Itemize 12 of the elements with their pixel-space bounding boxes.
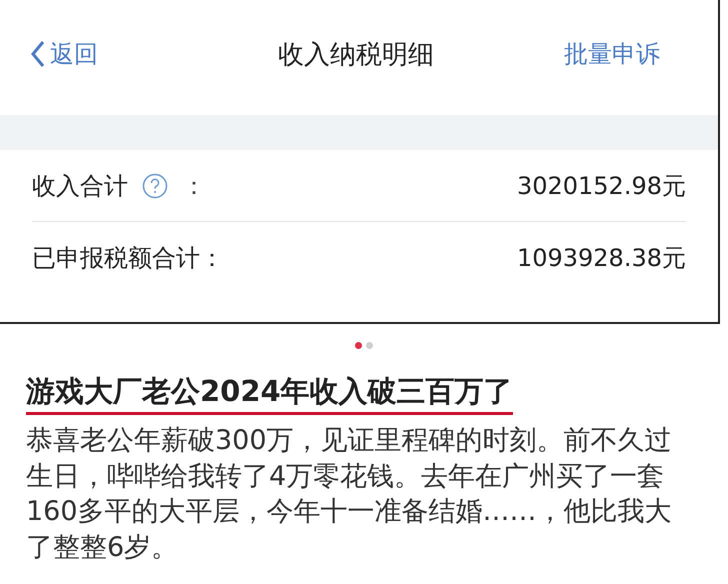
colon: ： [182, 170, 206, 202]
batch-appeal-link[interactable]: 批量申诉 [564, 36, 660, 72]
row-label: 已申报税额合计： [32, 243, 224, 274]
row-value: 3020152.98元 [516, 170, 686, 202]
post-title: 游戏大厂老公2024年收入破三百万了 [26, 374, 513, 415]
row-value: 1093928.38元 [516, 243, 686, 274]
help-icon[interactable] [142, 172, 168, 198]
back-chevron-icon [30, 40, 46, 68]
post-body: 恭喜老公年薪破300万，见证里程碑的时刻。前不久过生日，哔哔给我转了4万零花钱。去年在广州买了一套160多平的大平层，今年十一准备结婚……，他比我大了整整6岁。 [26, 424, 673, 564]
row-label: 收入合计 [32, 170, 128, 202]
back-button[interactable]: 返回 [30, 36, 98, 72]
page-title: 收入纳税明细 [278, 39, 434, 72]
